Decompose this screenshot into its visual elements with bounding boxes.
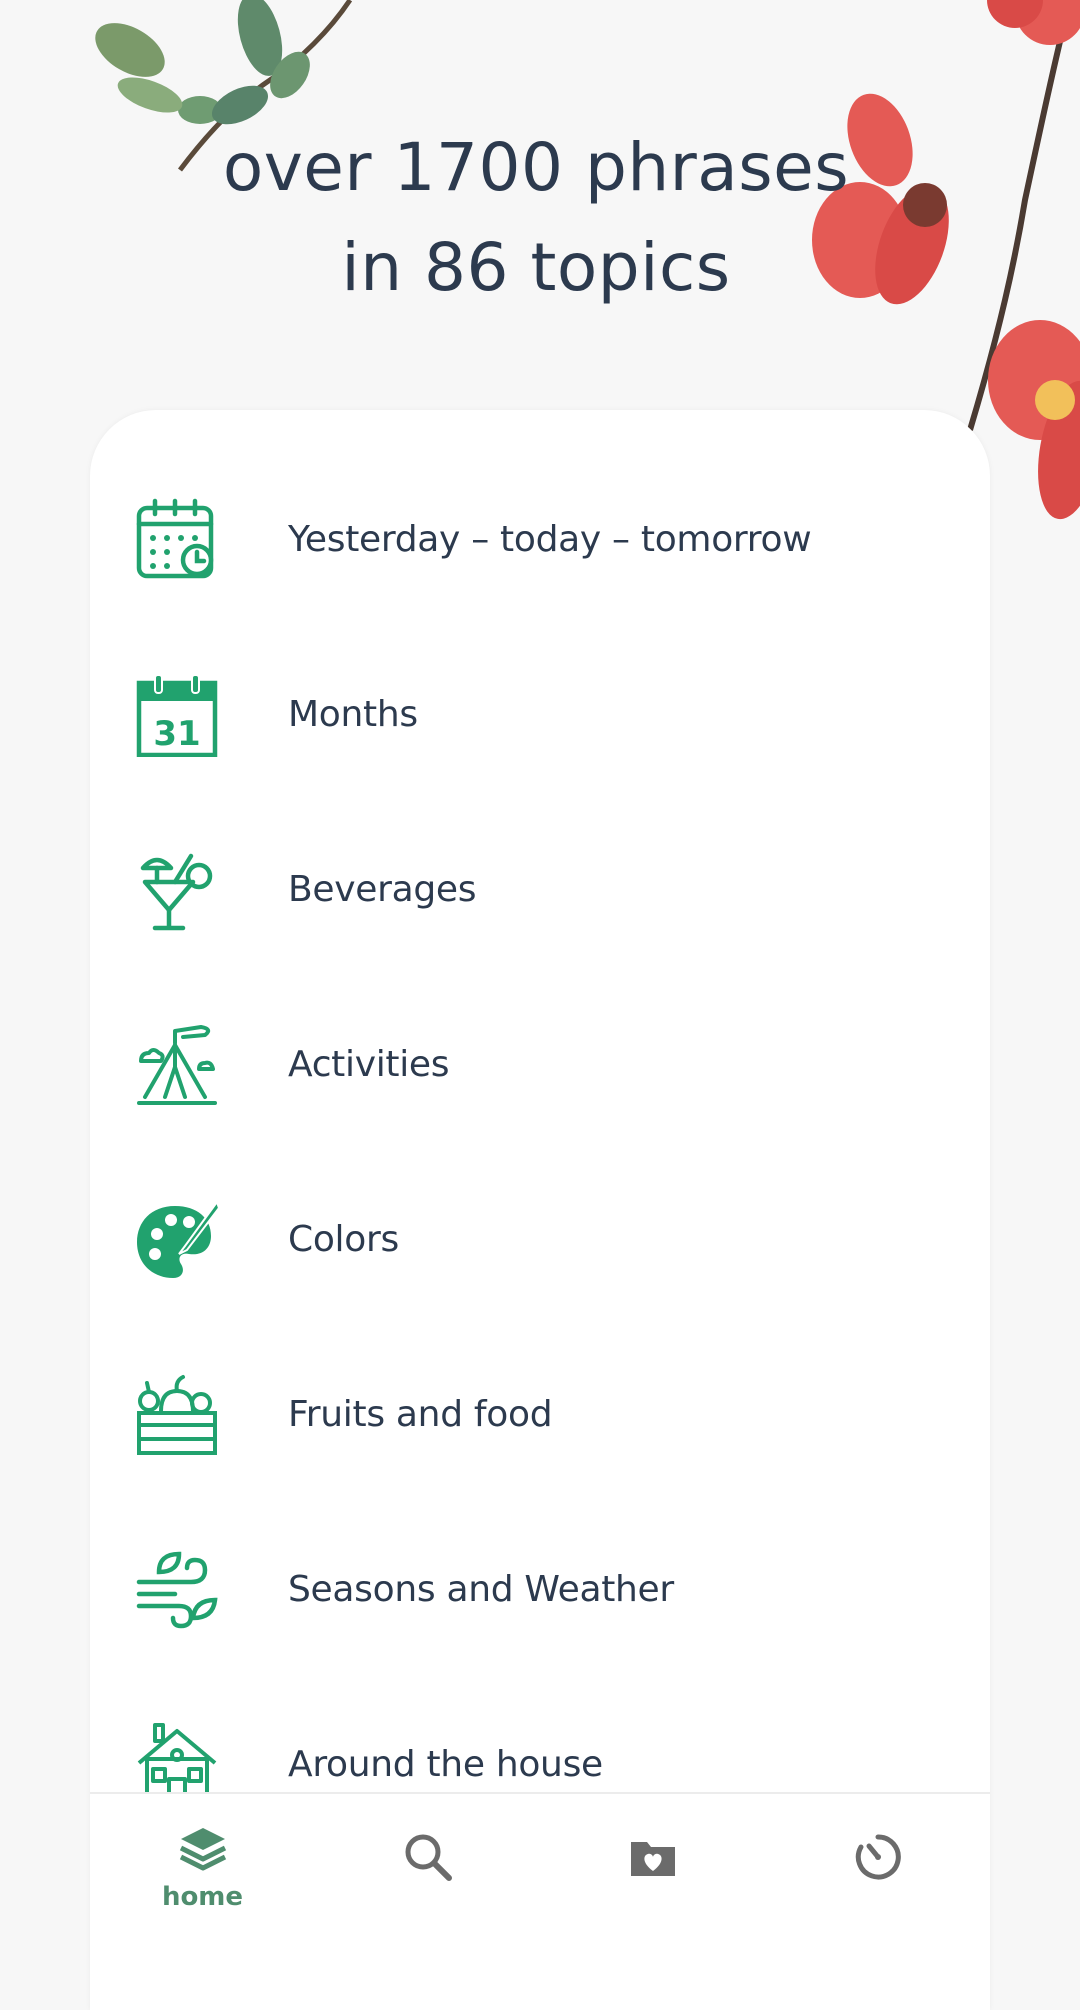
svg-text:31: 31 [153, 714, 200, 754]
topic-item-fruits-and-food[interactable]: Fruits and food [90, 1330, 990, 1500]
wind-leaves-icon [135, 1548, 219, 1632]
topic-label: Activities [288, 1044, 450, 1085]
headline-line-1: over 1700 phrases [222, 129, 850, 206]
topic-item-colors[interactable]: Colors [90, 1155, 990, 1325]
nav-search-tab[interactable] [315, 1794, 540, 1922]
timer-icon [853, 1832, 903, 1882]
topic-label: Yesterday – today – tomorrow [288, 519, 812, 560]
layers-icon [178, 1824, 228, 1874]
topic-label: Months [288, 694, 418, 735]
tent-icon [135, 1023, 219, 1107]
topics-card: Yesterday – today – tomorrow 31 Months B… [90, 410, 990, 2010]
topic-item-seasons-and-weather[interactable]: Seasons and Weather [90, 1505, 990, 1675]
palette-icon [135, 1198, 219, 1282]
nav-favorites-tab[interactable] [540, 1794, 765, 1922]
nav-home-tab[interactable]: home [90, 1794, 315, 1922]
topic-label: Seasons and Weather [288, 1569, 674, 1610]
nav-home-label: home [161, 1882, 244, 1912]
topic-label: Fruits and food [288, 1394, 553, 1435]
headline-line-2: in 86 topics [341, 229, 731, 306]
heart-folder-icon [628, 1832, 678, 1882]
calendar-clock-icon [135, 498, 219, 582]
cocktail-icon [135, 848, 219, 932]
topic-item-yesterday-today-tomorrow[interactable]: Yesterday – today – tomorrow [90, 455, 990, 625]
search-icon [403, 1832, 453, 1882]
bottom-navigation-bar: home [90, 1792, 990, 1922]
topic-item-activities[interactable]: Activities [90, 980, 990, 1150]
topic-item-beverages[interactable]: Beverages [90, 805, 990, 975]
headline: over 1700 phrases in 86 topics [0, 118, 1072, 318]
topic-item-months[interactable]: 31 Months [90, 630, 990, 800]
topic-label: Colors [288, 1219, 399, 1260]
food-crate-icon [135, 1373, 219, 1457]
topic-label: Beverages [288, 869, 477, 910]
calendar-31-icon: 31 [135, 673, 219, 757]
nav-history-tab[interactable] [765, 1794, 990, 1922]
